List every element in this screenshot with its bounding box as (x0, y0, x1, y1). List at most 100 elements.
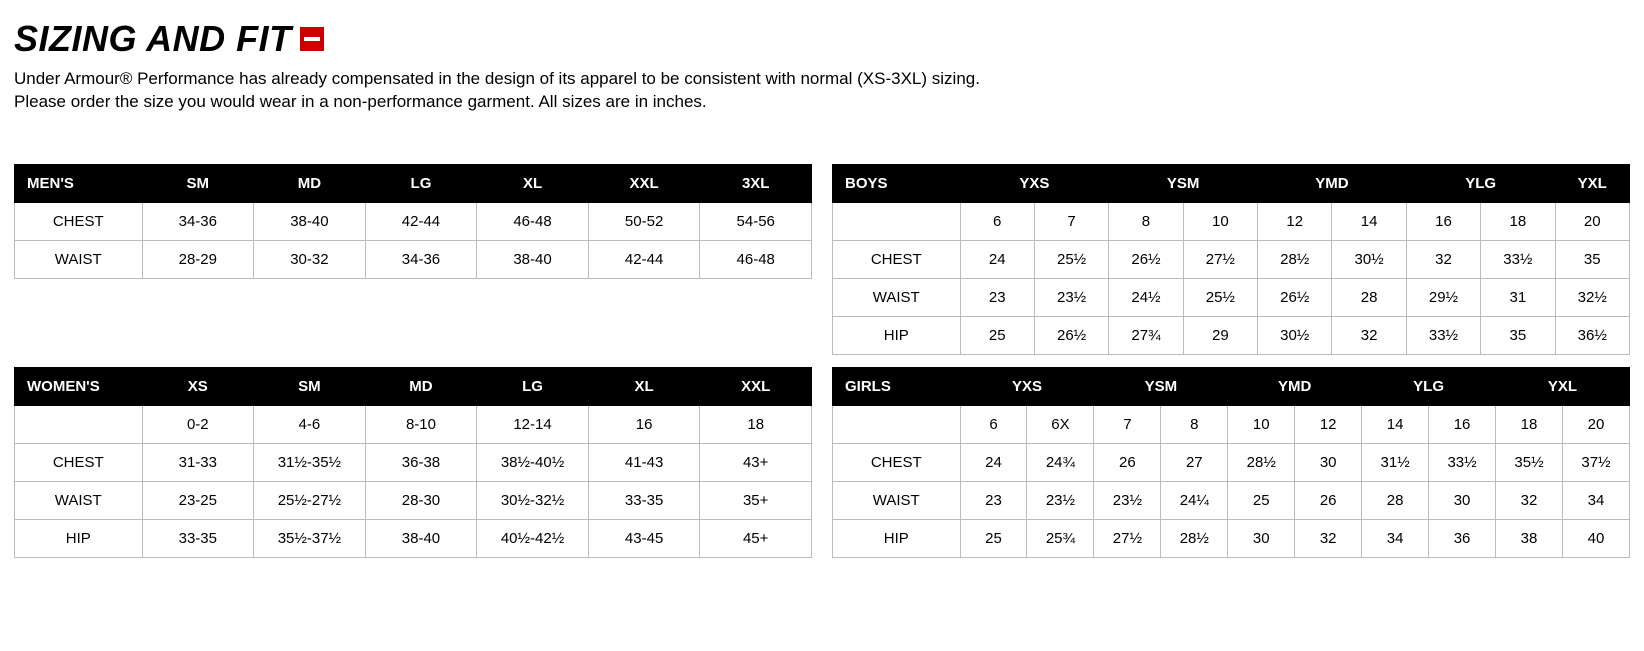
size-cell: 31 (1481, 278, 1555, 316)
womens-table-wrap: WOMEN'SXSSMMDLGXLXXL0-24-68-1012-141618C… (14, 367, 812, 558)
size-cell: 35½-37½ (254, 519, 366, 557)
size-cell: 32 (1496, 481, 1563, 519)
size-cell: 32 (1332, 316, 1406, 354)
size-header: LG (365, 164, 477, 202)
row-label: CHEST (15, 443, 143, 481)
mens-table: MEN'SSMMDLGXLXXL3XLCHEST34-3638-4042-444… (14, 164, 812, 279)
size-cell: 42-44 (588, 240, 700, 278)
boys-table: BOYSYXSYSMYMDYLGYXL678101214161820CHEST2… (832, 164, 1630, 355)
size-cell: 30½ (1332, 240, 1406, 278)
collapse-icon[interactable] (300, 27, 324, 51)
size-cell: 24½ (1109, 278, 1183, 316)
size-header: LG (477, 367, 589, 405)
size-cell: 7 (1034, 202, 1108, 240)
size-cell: 25 (1228, 481, 1295, 519)
row-label: CHEST (833, 240, 961, 278)
size-cell: 50-52 (588, 202, 700, 240)
size-cell: 27½ (1183, 240, 1257, 278)
womens-table: WOMEN'SXSSMMDLGXLXXL0-24-68-1012-141618C… (14, 367, 812, 558)
size-cell: 31½-35½ (254, 443, 366, 481)
row-label: WAIST (833, 481, 961, 519)
size-header: YLG (1362, 367, 1496, 405)
table-row: 0-24-68-1012-141618 (15, 405, 812, 443)
size-cell: 24¾ (1027, 443, 1094, 481)
table-row: 66X78101214161820 (833, 405, 1630, 443)
size-cell: 25¾ (1027, 519, 1094, 557)
size-cell: 25 (960, 316, 1034, 354)
size-cell: 26 (1094, 443, 1161, 481)
size-header: YXS (960, 164, 1109, 202)
size-cell: 30 (1295, 443, 1362, 481)
size-cell: 43+ (700, 443, 812, 481)
size-cell: 23½ (1027, 481, 1094, 519)
size-cell: 35½ (1496, 443, 1563, 481)
size-header: YMD (1228, 367, 1362, 405)
table-row: CHEST2425½26½27½28½30½3233½35 (833, 240, 1630, 278)
size-cell: 29 (1183, 316, 1257, 354)
size-cell: 35+ (700, 481, 812, 519)
size-cell: 41-43 (588, 443, 700, 481)
size-cell: 6 (960, 405, 1027, 443)
size-cell: 6X (1027, 405, 1094, 443)
size-cell: 30 (1228, 519, 1295, 557)
size-cell: 29½ (1406, 278, 1480, 316)
size-cell: 34 (1562, 481, 1629, 519)
size-cell: 33½ (1429, 443, 1496, 481)
table-row: WAIST28-2930-3234-3638-4042-4446-48 (15, 240, 812, 278)
row-label (15, 405, 143, 443)
size-header: YSM (1109, 164, 1258, 202)
size-cell: 27 (1161, 443, 1228, 481)
size-cell: 28½ (1258, 240, 1332, 278)
size-cell: 54-56 (700, 202, 812, 240)
size-cell: 46-48 (477, 202, 589, 240)
size-cell: 30 (1429, 481, 1496, 519)
size-cell: 26½ (1109, 240, 1183, 278)
size-header: XXL (588, 164, 700, 202)
size-cell: 46-48 (700, 240, 812, 278)
table-row: CHEST31-3331½-35½36-3838½-40½41-4343+ (15, 443, 812, 481)
size-cell: 24 (960, 443, 1027, 481)
table-row: HIP2525¾27½28½303234363840 (833, 519, 1630, 557)
size-header: YXL (1496, 367, 1630, 405)
size-header: XS (142, 367, 254, 405)
boys-table-wrap: BOYSYXSYSMYMDYLGYXL678101214161820CHEST2… (832, 164, 1630, 355)
size-header: SM (254, 367, 366, 405)
size-cell: 23 (960, 278, 1034, 316)
size-cell: 34-36 (365, 240, 477, 278)
mens-table-wrap: MEN'SSMMDLGXLXXL3XLCHEST34-3638-4042-444… (14, 164, 812, 355)
size-cell: 16 (588, 405, 700, 443)
size-header: SM (142, 164, 254, 202)
size-cell: 12-14 (477, 405, 589, 443)
size-cell: 4-6 (254, 405, 366, 443)
table-row: CHEST34-3638-4042-4446-4850-5254-56 (15, 202, 812, 240)
size-cell: 28-29 (142, 240, 254, 278)
size-cell: 23-25 (142, 481, 254, 519)
size-cell: 27½ (1094, 519, 1161, 557)
size-cell: 14 (1332, 202, 1406, 240)
size-cell: 20 (1562, 405, 1629, 443)
description: Under Armour® Performance has already co… (14, 68, 1630, 114)
size-cell: 26 (1295, 481, 1362, 519)
row-label: CHEST (833, 443, 961, 481)
size-cell: 32½ (1555, 278, 1629, 316)
size-cell: 38-40 (477, 240, 589, 278)
size-header: 3XL (700, 164, 812, 202)
size-cell: 42-44 (365, 202, 477, 240)
size-cell: 36-38 (365, 443, 477, 481)
size-header: MD (365, 367, 477, 405)
row-label (833, 202, 961, 240)
size-cell: 10 (1183, 202, 1257, 240)
size-cell: 18 (1496, 405, 1563, 443)
table-row: HIP2526½27¾2930½3233½3536½ (833, 316, 1630, 354)
size-cell: 10 (1228, 405, 1295, 443)
size-header: XL (588, 367, 700, 405)
size-cell: 34 (1362, 519, 1429, 557)
size-header: YMD (1258, 164, 1407, 202)
row-label: WAIST (15, 240, 143, 278)
size-cell: 14 (1362, 405, 1429, 443)
size-cell: 24¼ (1161, 481, 1228, 519)
size-cell: 31-33 (142, 443, 254, 481)
size-cell: 8 (1161, 405, 1228, 443)
size-cell: 24 (960, 240, 1034, 278)
size-cell: 8 (1109, 202, 1183, 240)
